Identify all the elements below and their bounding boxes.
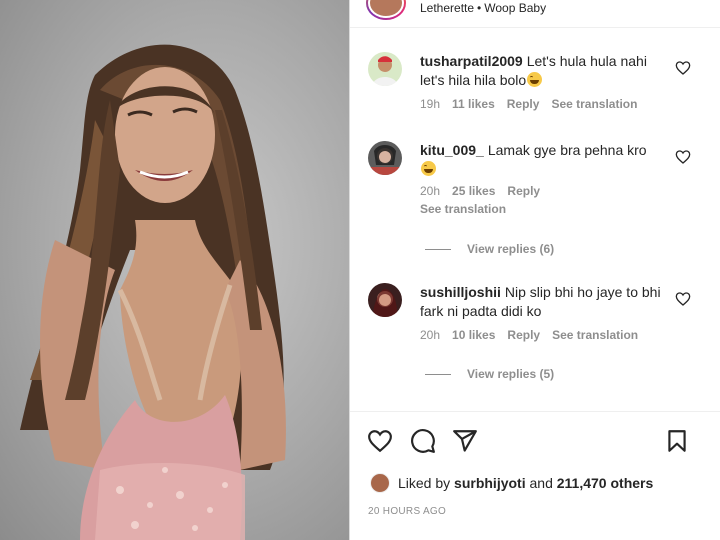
post-timestamp[interactable]: 20 HOURS AGO (368, 506, 446, 517)
comment-meta: 20h 25 likes Reply (420, 183, 670, 199)
comment-icon[interactable] (410, 428, 436, 454)
likes-summary: Liked by surbhijyoti and 211,470 others (370, 473, 653, 493)
see-translation-button[interactable]: See translation (552, 328, 638, 342)
comment-like-heart-icon[interactable] (675, 60, 691, 76)
reply-button[interactable]: Reply (507, 184, 540, 198)
comment-username[interactable]: kitu_009_ (420, 142, 484, 158)
comment-like-heart-icon[interactable] (675, 291, 691, 307)
commenter-avatar[interactable] (368, 52, 402, 86)
liked-by-others[interactable]: 211,470 others (557, 475, 654, 491)
view-replies-label[interactable]: View replies (6) (467, 242, 554, 256)
comment-username[interactable]: sushilljoshii (420, 284, 501, 300)
see-translation-button[interactable]: See translation (551, 97, 637, 111)
comment-meta: 20h 10 likes Reply See translation (420, 327, 670, 343)
commenter-avatar[interactable] (368, 141, 402, 175)
post-photo (20, 44, 286, 540)
replies-divider-line (425, 248, 451, 250)
comment-body: sushilljoshii Nip slip bhi ho jaye to bhi… (420, 283, 670, 343)
view-replies-label[interactable]: View replies (5) (467, 367, 554, 381)
audio-separator: • (477, 1, 482, 15)
audio-attribution[interactable]: Letherette • Woop Baby (420, 1, 546, 15)
liked-by-user[interactable]: surbhijyoti (454, 475, 526, 491)
audio-track[interactable]: Woop Baby (484, 1, 546, 15)
laughing-emoji-icon (527, 72, 543, 87)
comment-time: 19h (420, 97, 441, 111)
share-icon[interactable] (452, 428, 478, 454)
comments-list[interactable]: tusharpatil2009 Let's hula hula nahi let'… (350, 28, 720, 411)
comment-time: 20h (420, 328, 441, 342)
author-avatar[interactable] (366, 0, 406, 20)
comment-time: 20h (420, 184, 441, 198)
post-media[interactable] (0, 0, 350, 540)
comment-text: Lamak gye bra pehna kro (487, 142, 647, 158)
post-header: Letherette • Woop Baby (350, 0, 720, 28)
reply-button[interactable]: Reply (507, 328, 540, 342)
reply-button[interactable]: Reply (507, 97, 540, 111)
liked-by-and: and (529, 475, 553, 491)
commenter-avatar[interactable] (368, 283, 402, 317)
replies-divider-line (425, 373, 451, 375)
laughing-emoji-icon (421, 161, 436, 176)
post-details-panel: Letherette • Woop Baby tusharpatil2009 Let'… (350, 0, 720, 540)
comment-likes[interactable]: 25 likes (452, 184, 495, 198)
view-replies-button[interactable]: View replies (5) (425, 367, 554, 381)
see-translation-button[interactable]: See translation (420, 201, 670, 217)
liker-avatar[interactable] (370, 473, 390, 493)
comment-meta: 19h 11 likes Reply See translation (420, 96, 670, 112)
audio-artist[interactable]: Letherette (420, 1, 474, 15)
post-actions: Liked by surbhijyoti and 211,470 others … (350, 411, 720, 540)
comment-body: tusharpatil2009 Let's hula hula nahi let'… (420, 52, 670, 112)
heart-icon[interactable] (367, 428, 393, 454)
comment-like-heart-icon[interactable] (675, 149, 691, 165)
comment-likes[interactable]: 11 likes (452, 97, 495, 111)
comment-username[interactable]: tusharpatil2009 (420, 53, 523, 69)
liked-by-prefix: Liked by (398, 475, 451, 491)
comment-likes[interactable]: 10 likes (452, 328, 495, 342)
comment-body: kitu_009_ Lamak gye bra pehna kro 20h 25 l… (420, 141, 670, 217)
bookmark-icon[interactable] (664, 428, 690, 454)
view-replies-button[interactable]: View replies (6) (425, 242, 554, 256)
